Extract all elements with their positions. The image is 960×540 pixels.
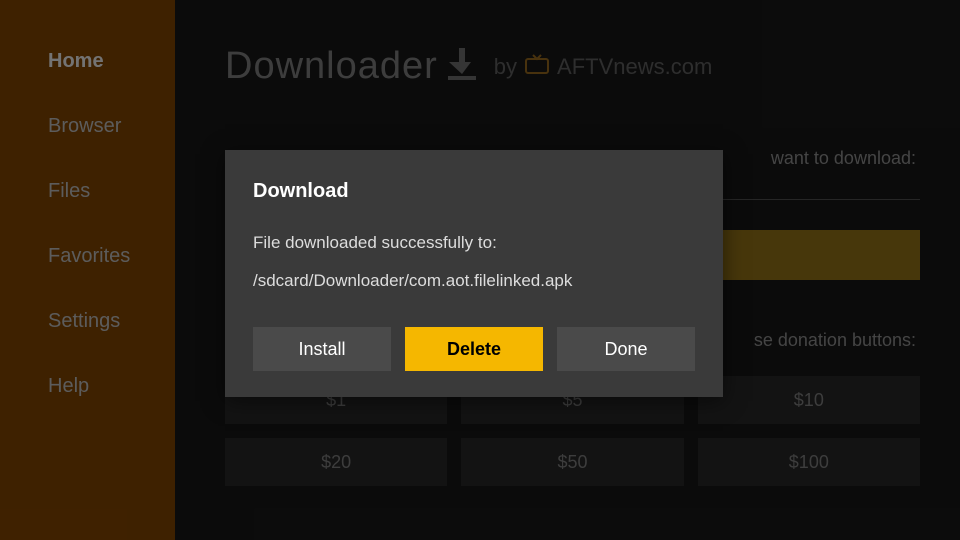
modal-buttons: Install Delete Done (253, 327, 695, 371)
modal-message: File downloaded successfully to: (253, 233, 695, 253)
modal-title: Download (253, 180, 695, 203)
delete-button[interactable]: Delete (405, 327, 543, 371)
modal-file-path: /sdcard/Downloader/com.aot.filelinked.ap… (253, 271, 695, 291)
download-modal: Download File downloaded successfully to… (225, 150, 723, 397)
install-button[interactable]: Install (253, 327, 391, 371)
done-button[interactable]: Done (557, 327, 695, 371)
